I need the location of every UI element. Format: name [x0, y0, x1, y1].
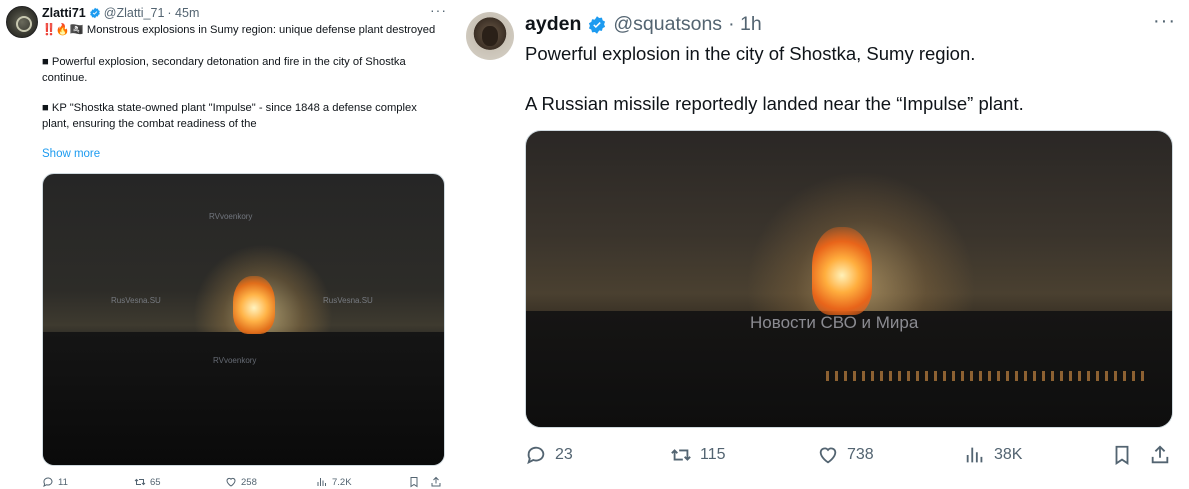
- tweet-headline: Monstrous explosions in Sumy region: uni…: [86, 24, 436, 36]
- repost-button[interactable]: 65: [134, 476, 161, 488]
- show-more-link[interactable]: Show more: [42, 148, 100, 160]
- repost-count: 65: [150, 476, 161, 488]
- reply-button[interactable]: 11: [42, 476, 68, 488]
- timestamp[interactable]: · 1h: [728, 13, 762, 36]
- tweet-actions: 11 65 258 7.2K: [42, 476, 445, 489]
- reply-count: 11: [58, 476, 68, 488]
- tweet-paragraph: ■ KP "Shostka state-owned plant "Impulse…: [42, 102, 417, 131]
- more-options-icon[interactable]: ···: [430, 2, 447, 18]
- watermark: RusVesna.SU: [323, 296, 373, 305]
- tweet-media[interactable]: RVvoenkory RusVesna.SU RusVesna.SU RVvoe…: [42, 173, 445, 466]
- bookmark-button[interactable]: [408, 476, 420, 488]
- watermark: RVvoenkory: [213, 356, 257, 365]
- tweet-header: Zlatti71 @Zlatti_71 · 45m: [42, 6, 199, 20]
- verified-badge-icon: [89, 7, 100, 19]
- left-tweet: Zlatti71 @Zlatti_71 · 45m ··· ‼️🔥🏴‍☠️ Mo…: [0, 0, 455, 489]
- views-bar-chart-icon: [966, 447, 983, 463]
- views-bar-chart-icon: [317, 478, 326, 486]
- author-handle[interactable]: @squatsons: [613, 13, 722, 36]
- tweet-header: ayden @squatsons · 1h: [525, 13, 762, 36]
- reply-count: 23: [555, 446, 573, 463]
- like-count: 258: [241, 476, 257, 488]
- repost-count: 115: [700, 446, 726, 463]
- share-icon: [431, 476, 441, 487]
- views-button[interactable]: 38K: [964, 444, 1022, 466]
- share-button[interactable]: [1149, 444, 1171, 466]
- share-button[interactable]: [430, 476, 442, 488]
- reply-button[interactable]: 23: [525, 444, 573, 466]
- author-name[interactable]: Zlatti71: [42, 6, 86, 20]
- author-name[interactable]: ayden: [525, 13, 581, 36]
- explosion-fireball: [233, 276, 275, 334]
- reply-icon: [43, 477, 53, 487]
- tweet-paragraph: ‼️🔥🏴‍☠️ Monstrous explosions in Sumy reg…: [42, 23, 442, 39]
- watermark: Новости СВО и Мира: [750, 313, 919, 332]
- bookmark-button[interactable]: [1111, 444, 1133, 466]
- timestamp[interactable]: · 45m: [167, 6, 199, 20]
- watermark: RVvoenkory: [209, 212, 253, 221]
- emoji-prefix: ‼️🔥🏴‍☠️: [42, 24, 84, 36]
- like-button[interactable]: 738: [817, 444, 874, 466]
- repost-icon: [671, 449, 691, 461]
- bookmark-icon: [1115, 445, 1129, 465]
- view-count: 7.2K: [332, 476, 352, 488]
- city-lights: [826, 371, 1146, 381]
- author-handle[interactable]: @Zlatti_71: [104, 6, 165, 20]
- verified-badge-icon: [589, 15, 606, 34]
- avatar[interactable]: [6, 6, 38, 38]
- bookmark-icon: [410, 477, 418, 488]
- heart-icon: [226, 477, 236, 487]
- tweet-text: Powerful explosion in the city of Shostk…: [525, 41, 1165, 141]
- views-button[interactable]: 7.2K: [316, 476, 352, 488]
- more-options-icon[interactable]: ···: [1153, 10, 1176, 33]
- heart-icon: [819, 447, 837, 464]
- tweet-paragraph: A Russian missile reportedly landed near…: [525, 93, 1024, 114]
- avatar[interactable]: [466, 12, 514, 60]
- tweet-actions: 23 115 738 38K: [525, 444, 1173, 468]
- watermark: RusVesna.SU: [111, 296, 161, 305]
- reply-icon: [527, 446, 545, 465]
- water-surface: [43, 332, 444, 465]
- share-icon: [1151, 445, 1169, 464]
- explosion-fireball: [812, 227, 872, 315]
- view-count: 38K: [994, 446, 1023, 463]
- repost-icon: [134, 478, 146, 486]
- like-count: 738: [847, 446, 874, 463]
- tweet-paragraph: ■ Powerful explosion, secondary detonati…: [42, 55, 406, 84]
- right-tweet: ayden @squatsons · 1h ··· Powerful explo…: [458, 0, 1189, 489]
- like-button[interactable]: 258: [225, 476, 257, 488]
- tweet-text: ‼️🔥🏴‍☠️ Monstrous explosions in Sumy reg…: [42, 23, 442, 148]
- tweet-paragraph: Powerful explosion in the city of Shostk…: [525, 43, 976, 64]
- tweet-media[interactable]: Новости СВО и Мира: [525, 130, 1173, 428]
- repost-button[interactable]: 115: [670, 444, 726, 466]
